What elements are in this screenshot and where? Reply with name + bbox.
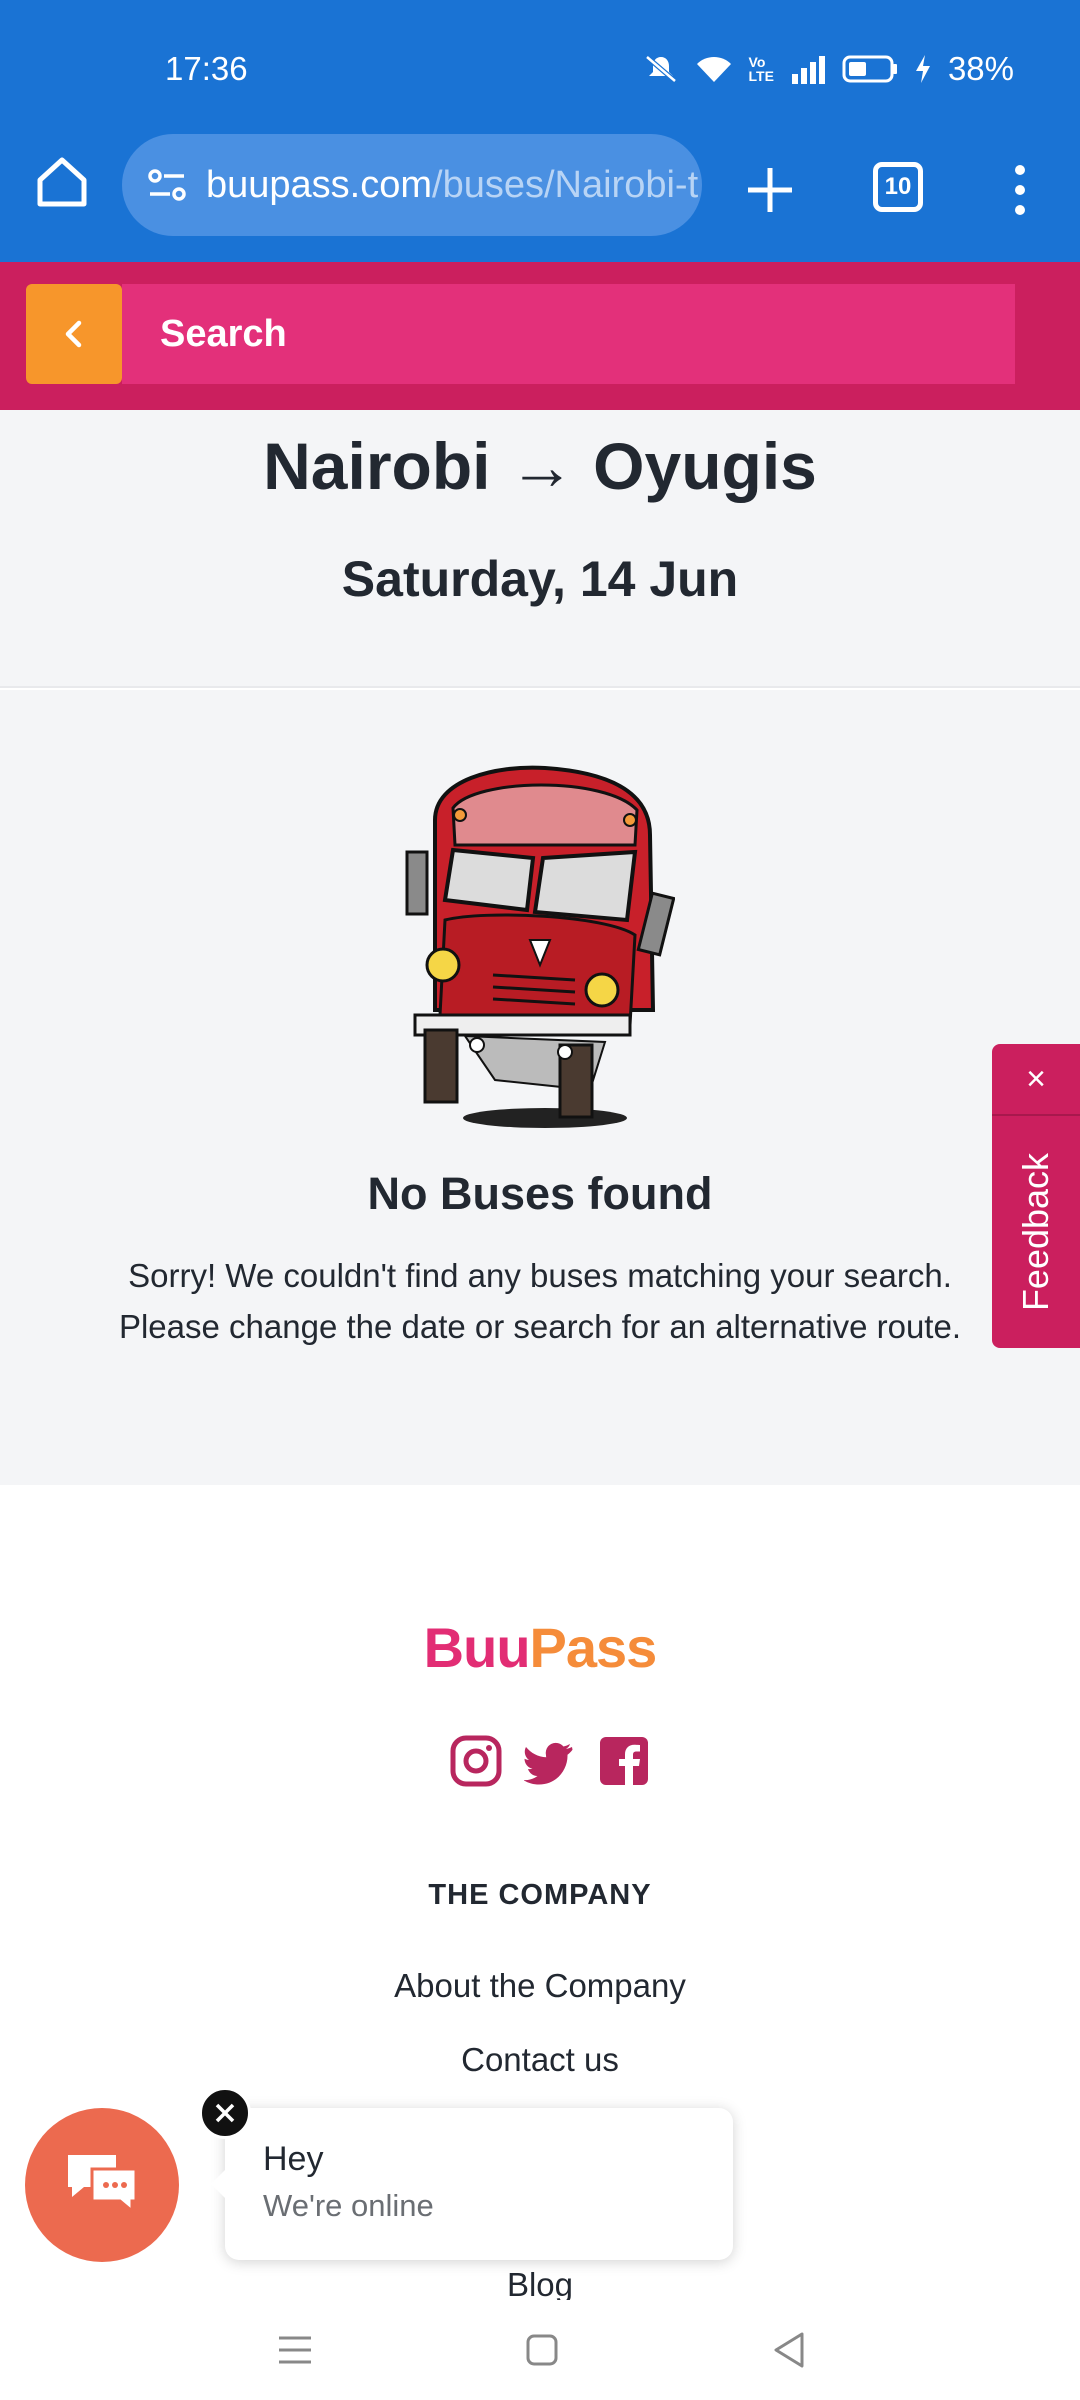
battery-icon: [842, 55, 897, 83]
url-path: /buses/Nairobi-t: [432, 163, 699, 206]
footer-heading-company: THE COMPANY: [428, 1879, 652, 1911]
footer-link-about[interactable]: About the Company: [0, 1967, 1080, 2005]
search-label: Search: [160, 312, 287, 355]
wifi-icon: [696, 56, 731, 82]
battery-percent: 38%: [947, 50, 1014, 87]
recents-icon[interactable]: [273, 2328, 317, 2372]
back-nav-icon[interactable]: [768, 2328, 812, 2372]
plus-icon[interactable]: [740, 160, 800, 220]
feedback-label: Feedback: [1015, 1152, 1056, 1312]
bus-illustration: [405, 765, 675, 1128]
site-settings-icon[interactable]: [142, 160, 192, 210]
route-origin: Nairobi: [263, 429, 491, 503]
status-time: 17:36: [165, 50, 248, 87]
tab-count: 10: [884, 173, 912, 200]
route-date: Saturday, 14 Jun: [341, 551, 739, 607]
logo-part1: Buu: [423, 1616, 531, 1679]
url-domain: buupass.com: [206, 163, 433, 206]
empty-message-line2: Please change the date or search for an …: [118, 1308, 962, 1345]
route-title: Nairobi → Oyugis: [0, 428, 1080, 504]
chat-status: We're online: [263, 2188, 434, 2223]
buupass-logo[interactable]: BuuPass: [0, 1615, 1080, 1680]
volte-icon: Vo LTE: [748, 54, 774, 84]
empty-message-line1: Sorry! We couldn't find any buses matchi…: [128, 1257, 952, 1294]
chevron-left-icon: [65, 320, 82, 348]
route-arrow: →: [508, 429, 575, 503]
empty-state: No Buses found Sorry! We couldn't find a…: [0, 690, 1080, 1485]
home-icon[interactable]: [30, 150, 94, 214]
mute-icon: [644, 55, 677, 83]
back-button[interactable]: [26, 284, 122, 384]
footer-link-contact[interactable]: Contact us: [0, 2041, 1080, 2079]
charging-icon: [915, 55, 930, 83]
logo-part2: Pass: [529, 1616, 658, 1679]
status-bar: 17:36 Vo LTE 38%: [0, 0, 1080, 120]
chat-greeting-bubble[interactable]: Hey We're online: [211, 2108, 733, 2260]
footer-link-blog[interactable]: Blog: [0, 2266, 1080, 2304]
chat-close-icon[interactable]: [199, 2087, 251, 2139]
tab-switcher-button[interactable]: 10: [873, 162, 923, 212]
route-destination: Oyugis: [593, 429, 817, 503]
browser-toolbar: buupass.com/buses/Nairobi-t 10: [0, 120, 1080, 262]
chat-icon: [68, 2155, 138, 2215]
chat-launcher-button[interactable]: [25, 2108, 179, 2262]
url-text: buupass.com/buses/Nairobi-t: [206, 164, 698, 207]
system-nav-bar: [0, 2300, 1080, 2400]
more-vert-icon[interactable]: [1005, 160, 1035, 220]
empty-message: Sorry! We couldn't find any buses matchi…: [0, 1250, 1080, 1352]
status-icons: Vo LTE 38%: [643, 50, 1014, 88]
signal-icon: [791, 56, 825, 84]
instagram-icon[interactable]: [450, 1735, 502, 1787]
address-bar[interactable]: buupass.com/buses/Nairobi-t: [122, 134, 702, 236]
feedback-close-icon[interactable]: ×: [992, 1044, 1080, 1116]
feedback-tab[interactable]: × Feedback: [992, 1044, 1080, 1348]
empty-title: No Buses found: [367, 1168, 713, 1219]
route-header: Nairobi → Oyugis Saturday, 14 Jun: [0, 410, 1080, 688]
search-field[interactable]: Search: [122, 284, 1015, 384]
social-links: [450, 1735, 650, 1787]
search-header: Search: [0, 262, 1080, 410]
home-nav-icon[interactable]: [520, 2328, 564, 2372]
facebook-icon[interactable]: [598, 1735, 650, 1787]
chat-greeting: Hey: [263, 2140, 324, 2178]
twitter-icon[interactable]: [524, 1735, 576, 1787]
